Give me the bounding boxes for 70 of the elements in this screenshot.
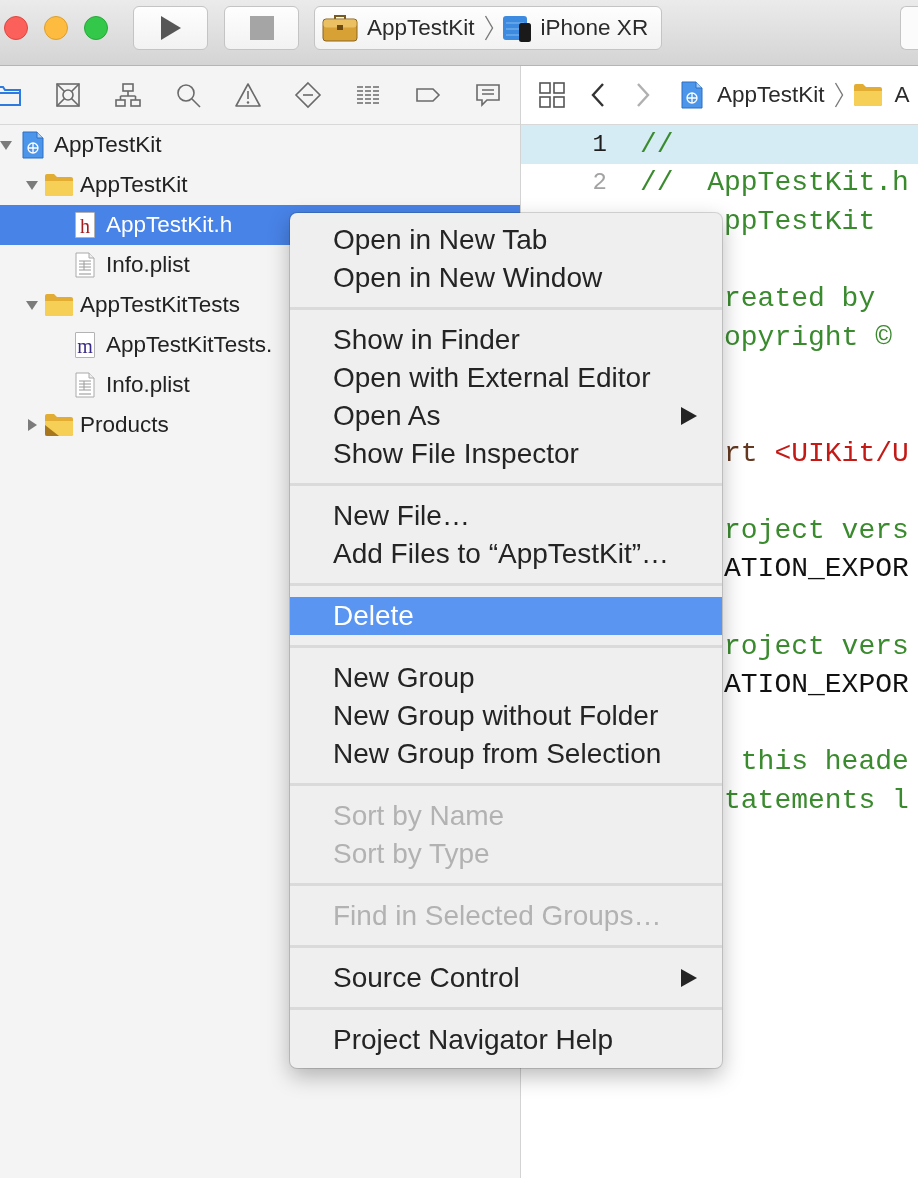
chevron-right-icon <box>483 15 494 41</box>
code-line: roject vers <box>724 514 909 546</box>
folder-icon <box>44 413 74 437</box>
code-line: ppTestKit <box>724 206 876 237</box>
path-item[interactable]: A <box>852 82 910 108</box>
folder-icon <box>852 83 883 107</box>
crossed-square-icon[interactable] <box>54 81 82 109</box>
chevron-left-icon[interactable] <box>590 81 606 109</box>
run-button[interactable] <box>133 6 208 50</box>
menu-item: Sort by Name <box>332 799 506 833</box>
code-line: // <box>640 128 674 160</box>
code-line: // AppTestKit.h <box>640 167 909 199</box>
destination-button[interactable]: iPhone XR <box>501 13 649 43</box>
code-line: this heade <box>739 746 909 778</box>
menu-item[interactable]: Open with External Editor <box>290 359 722 397</box>
chevron-right-icon[interactable] <box>635 81 651 109</box>
menu-item[interactable]: Add Files to “AppTestKit”… <box>290 535 722 573</box>
menu-item: Find in Selected Groups… <box>332 899 663 933</box>
menu-item[interactable]: New Group without Folder <box>290 697 722 735</box>
table-document-icon <box>75 372 95 398</box>
triangle-right-icon <box>680 968 698 988</box>
code-line: opyright © <box>724 321 893 353</box>
disclosure-triangle-icon[interactable] <box>26 419 38 431</box>
tree-item[interactable]: AppTestKit <box>0 125 520 165</box>
stop-icon <box>249 16 274 40</box>
menu-item[interactable]: Open in New Window <box>290 259 722 297</box>
code-line: tatements l <box>724 784 909 816</box>
menu-item[interactable]: Open As <box>290 397 722 435</box>
code-line: rt <UIKit/U <box>724 437 909 469</box>
line-number: 1 <box>591 130 607 158</box>
menu-item[interactable]: New Group <box>290 659 722 697</box>
folder-icon <box>44 173 74 197</box>
folder-icon <box>44 293 74 317</box>
search-icon[interactable] <box>174 81 202 109</box>
triangle-right-icon <box>680 406 698 426</box>
menu-item[interactable]: Project Navigator Help <box>290 1021 722 1059</box>
disclosure-triangle-icon[interactable] <box>0 139 12 151</box>
app-document-icon <box>22 131 44 159</box>
stop-button[interactable] <box>224 6 299 50</box>
diamond-icon[interactable] <box>294 81 322 109</box>
disclosure-triangle-icon[interactable] <box>26 299 38 311</box>
menu-item[interactable]: Show in Finder <box>290 321 722 359</box>
phone-icon <box>501 13 532 43</box>
table-document-icon <box>75 252 95 278</box>
tree-item[interactable]: AppTestKit <box>0 165 520 205</box>
chevron-right-icon <box>833 82 844 108</box>
grid-icon[interactable] <box>538 81 566 109</box>
file-icon: m <box>75 332 95 358</box>
hierarchy-icon[interactable] <box>114 81 142 109</box>
line-number: 2 <box>591 169 607 197</box>
briefcase-icon <box>322 14 358 42</box>
menu-item: Sort by Type <box>332 837 491 871</box>
speech-bubble-icon[interactable] <box>474 81 502 109</box>
warning-icon[interactable] <box>234 81 262 109</box>
path-item[interactable]: AppTestKit <box>681 81 825 109</box>
zoom-button[interactable] <box>84 16 108 40</box>
menu-item[interactable]: Show File Inspector <box>290 435 722 473</box>
play-icon <box>159 15 182 41</box>
disclosure-triangle-icon[interactable] <box>26 179 38 191</box>
scheme-button[interactable]: AppTestKit <box>322 14 475 42</box>
code-line: reated by <box>724 283 876 315</box>
menu-item[interactable]: New File… <box>290 497 722 535</box>
menu-item[interactable]: Source Control <box>290 959 722 997</box>
close-button[interactable] <box>4 16 28 40</box>
menu-item[interactable]: New Group from Selection <box>290 735 722 773</box>
code-line: ATION_EXPOR <box>724 553 909 585</box>
file-icon: h <box>75 212 95 238</box>
app-document-icon <box>681 81 703 109</box>
code-line: ATION_EXPOR <box>724 669 909 701</box>
code-line: roject vers <box>724 630 909 662</box>
